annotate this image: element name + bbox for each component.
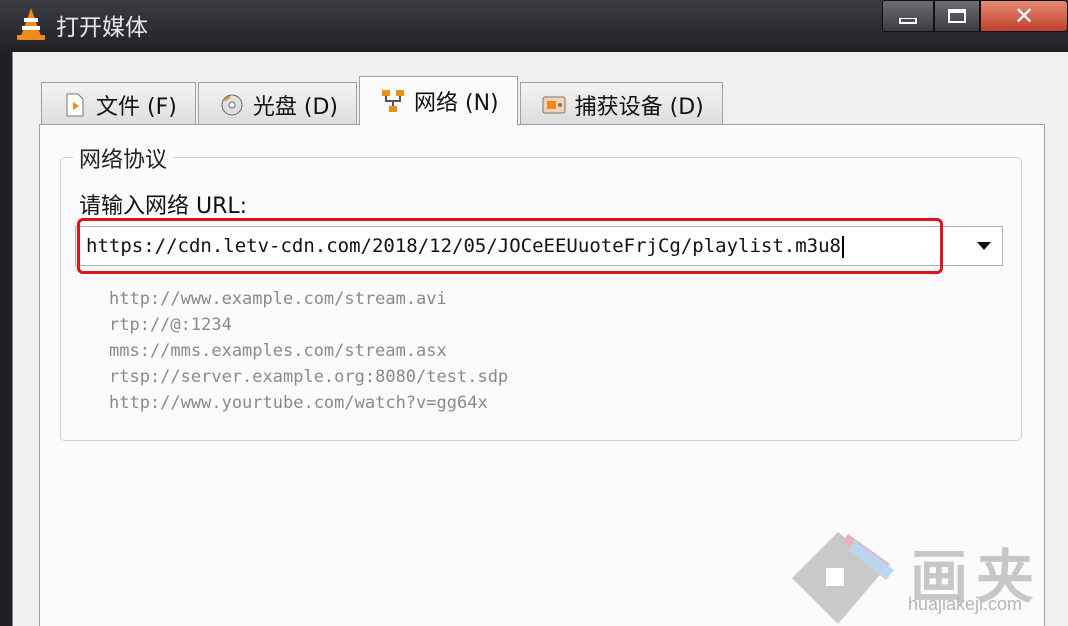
tab-file[interactable]: 文件 (F) (41, 82, 196, 126)
watermark-domain: huajiakeji.com (908, 594, 1023, 614)
url-examples: http://www.example.com/stream.avi rtp://… (109, 286, 508, 416)
minimize-icon (899, 18, 917, 24)
title-bar[interactable]: 打开媒体 ✕ (0, 0, 1068, 50)
chevron-down-icon (977, 242, 991, 250)
tab-disc-label: 光盘 (D) (252, 94, 338, 120)
tab-network[interactable]: 网络 (N) (358, 76, 518, 126)
example-url: http://www.example.com/stream.avi (109, 289, 447, 309)
url-combobox[interactable]: https://cdn.letv-cdn.com/2018/12/05/JOCe… (75, 226, 1003, 266)
vlc-cone-icon (17, 8, 45, 40)
url-dropdown-button[interactable] (966, 227, 1002, 265)
file-icon (62, 92, 88, 118)
maximize-button[interactable] (934, 0, 980, 32)
url-label: 请输入网络 URL: (79, 194, 248, 219)
maximize-icon (948, 9, 966, 23)
window-title: 打开媒体 (56, 15, 148, 41)
example-url: http://www.yourtube.com/watch?v=gg64x (109, 393, 488, 413)
tab-disc[interactable]: 光盘 (D) (197, 82, 357, 126)
window-controls: ✕ (882, 0, 1068, 34)
tab-bar: 文件 (F) 光盘 (D) 网络 (N) 捕获设备 (D) (41, 76, 725, 126)
open-media-window: 打开媒体 ✕ 文件 (F) 光盘 (D) 网络 (N) 捕获设备 (D) 网络协… (0, 0, 1068, 626)
tab-capture-device-label: 捕获设备 (D) (574, 94, 704, 120)
network-icon (380, 88, 406, 114)
example-url: mms://mms.examples.com/stream.asx (109, 341, 447, 361)
tab-network-label: 网络 (N) (413, 91, 499, 116)
text-caret (841, 235, 844, 258)
disc-icon (219, 92, 245, 118)
watermark-logo-icon (792, 532, 894, 624)
minimize-button[interactable] (882, 0, 934, 32)
tab-capture-device[interactable]: 捕获设备 (D) (519, 82, 723, 126)
group-title: 网络协议 (73, 142, 174, 174)
capture-device-icon (541, 92, 567, 118)
example-url: rtsp://server.example.org:8080/test.sdp (109, 367, 509, 387)
network-protocol-group: 网络协议 请输入网络 URL: https://cdn.letv-cdn.com… (60, 142, 1022, 441)
example-url: rtp://@:1234 (109, 315, 232, 335)
close-button[interactable]: ✕ (980, 0, 1068, 32)
tab-file-label: 文件 (F) (96, 94, 177, 120)
watermark: 画夹 huajiakeji.com (790, 530, 1068, 626)
close-icon: ✕ (1013, 2, 1035, 30)
url-input[interactable]: https://cdn.letv-cdn.com/2018/12/05/JOCe… (86, 235, 844, 258)
